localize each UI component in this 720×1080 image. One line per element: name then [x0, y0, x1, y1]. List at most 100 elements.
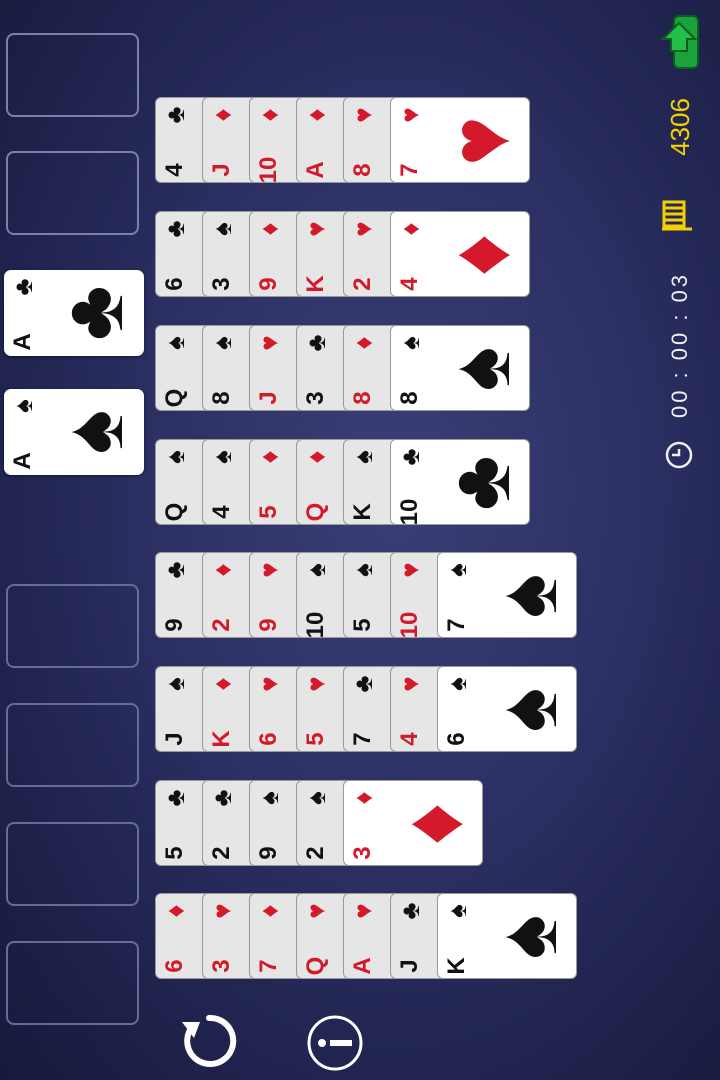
tableau-column-5[interactable]: ♣ 9 ♦ 2 ♥ 9 ♠ 10 ♠ 5 ♥ 10 ♠ 7 ♠ [155, 552, 577, 638]
diamond-icon: ♦ [348, 791, 378, 805]
card-corner: ♦ K [203, 667, 249, 751]
spade-icon: ♠ [442, 904, 472, 918]
playing-card[interactable]: ♦ 3 ♦ [343, 780, 483, 866]
diamond-icon: ♦ [395, 222, 425, 236]
diamond-icon: ♦ [386, 802, 480, 846]
diamond-icon: ♦ [207, 108, 237, 122]
card-corner: ♦ 8 [344, 326, 390, 410]
card-corner: ♦ Q [297, 440, 343, 524]
free-cell-3[interactable] [6, 822, 139, 906]
spade-icon: ♠ [254, 791, 284, 805]
card-rank: J [161, 732, 188, 746]
tableau-column-1[interactable]: ♣ 4 ♦ J ♦ 10 ♦ A ♥ 8 ♥ 7 ♥ [155, 97, 530, 183]
playing-card[interactable]: ♠ K ♠ [437, 893, 577, 979]
heart-icon: ♥ [254, 562, 284, 578]
spade-icon: ♠ [207, 450, 237, 464]
foundation-slot-empty-1[interactable] [6, 33, 139, 117]
card-rank: 8 [208, 391, 235, 405]
card-corner: ♠ 10 [297, 553, 343, 638]
heart-icon: ♥ [207, 903, 237, 919]
card-corner: ♠ K [344, 440, 390, 524]
card-rank: 3 [208, 277, 235, 291]
card-rank: Q [302, 502, 329, 522]
card-rank: 10 [302, 611, 329, 638]
playing-card[interactable]: ♣ 10 ♣ [390, 439, 530, 525]
card-corner: ♠ 9 [250, 781, 296, 865]
card-rank: K [349, 503, 376, 521]
free-cell-2[interactable] [6, 703, 139, 787]
card-corner: ♦ 5 [250, 440, 296, 524]
tableau-column-8[interactable]: ♦ 6 ♥ 3 ♦ 7 ♥ Q ♥ A ♣ J ♠ K ♠ [155, 893, 577, 979]
diamond-icon: ♦ [254, 450, 284, 464]
card-rank: 5 [161, 846, 188, 860]
card-rank: 10 [255, 156, 282, 183]
card-corner: ♥ 10 [391, 553, 437, 637]
card-corner: ♥ 9 [250, 553, 296, 637]
playing-card[interactable]: ♥ 7 ♥ [390, 97, 530, 183]
exit-button[interactable] [656, 12, 702, 72]
tableau-column-6[interactable]: ♠ J ♦ K ♥ 6 ♥ 5 ♣ 7 ♥ 4 ♠ 6 ♠ [155, 666, 577, 752]
heart-icon: ♥ [254, 676, 284, 692]
card-corner: ♠ 5 [344, 553, 390, 637]
card-corner: ♠ 2 [297, 781, 343, 865]
card-corner: ♣ 3 [297, 326, 343, 410]
card-rank: Q [161, 388, 188, 408]
foundation-slot-empty-2[interactable] [6, 151, 139, 235]
tableau-column-4[interactable]: ♠ Q ♠ 4 ♦ 5 ♦ Q ♠ K ♣ 10 ♣ [155, 439, 530, 525]
diamond-icon: ♦ [301, 450, 331, 464]
diamond-icon: ♦ [433, 233, 527, 277]
card-corner: ♦ 3 [344, 781, 390, 865]
card-rank: 10 [396, 498, 423, 525]
club-icon: ♣ [46, 285, 140, 341]
spade-icon: ♠ [480, 914, 574, 960]
foundation-card-2[interactable]: ♠ A ♠ [4, 389, 144, 475]
club-icon: ♣ [207, 789, 237, 807]
flag-icon [662, 200, 692, 231]
card-rank: 7 [255, 959, 282, 973]
tableau-column-3[interactable]: ♠ Q ♠ 8 ♥ J ♣ 3 ♦ 8 ♠ 8 ♠ [155, 325, 530, 411]
card-rank: 5 [255, 505, 282, 519]
card-corner: ♦ 6 [156, 894, 202, 978]
spade-icon: ♠ [301, 791, 331, 805]
card-corner: ♠ 8 [203, 326, 249, 410]
playing-card[interactable]: ♦ 4 ♦ [390, 211, 530, 297]
score-value: 4306 [665, 98, 695, 156]
heart-icon: ♥ [395, 562, 425, 578]
card-rank: 6 [161, 277, 188, 291]
heart-icon: ♥ [348, 903, 378, 919]
info-button[interactable] [306, 1014, 364, 1072]
card-rank: K [208, 730, 235, 748]
card-rank: 9 [255, 618, 282, 632]
card-corner: ♣ 10 [391, 440, 437, 525]
card-corner: ♦ A [297, 98, 343, 182]
card-rank: 4 [161, 163, 188, 177]
tableau-column-7[interactable]: ♣ 5 ♣ 2 ♠ 9 ♠ 2 ♦ 3 ♦ [155, 780, 483, 866]
foundation-card-1[interactable]: ♣ A ♣ [4, 270, 144, 356]
club-icon: ♣ [433, 455, 527, 511]
undo-button[interactable] [178, 1010, 240, 1072]
spade-icon: ♠ [480, 687, 574, 733]
club-icon: ♣ [8, 278, 38, 296]
diamond-icon: ♦ [254, 904, 284, 918]
free-cell-1[interactable] [6, 584, 139, 668]
tableau-column-2[interactable]: ♣ 6 ♠ 3 ♦ 9 ♥ K ♥ 2 ♦ 4 ♦ [155, 211, 530, 297]
card-rank: 3 [208, 959, 235, 973]
playing-card[interactable]: ♠ 6 ♠ [437, 666, 577, 752]
card-rank: A [9, 452, 36, 470]
spade-icon: ♠ [395, 336, 425, 350]
card-rank: A [9, 333, 36, 351]
card-rank: 8 [396, 391, 423, 405]
club-icon: ♣ [348, 675, 378, 693]
spade-icon: ♠ [46, 409, 140, 455]
heart-icon: ♥ [301, 903, 331, 919]
playing-card[interactable]: ♠ 8 ♠ [390, 325, 530, 411]
card-corner: ♥ 8 [344, 98, 390, 182]
diamond-icon: ♦ [348, 336, 378, 350]
card-rank: A [302, 161, 329, 179]
exit-door-arrow-icon [660, 15, 699, 69]
info-icon [307, 1015, 363, 1071]
free-cell-4[interactable] [6, 941, 139, 1025]
playing-card[interactable]: ♠ 7 ♠ [437, 552, 577, 638]
card-corner: ♦ 9 [250, 212, 296, 296]
card-corner: ♦ 7 [250, 894, 296, 978]
